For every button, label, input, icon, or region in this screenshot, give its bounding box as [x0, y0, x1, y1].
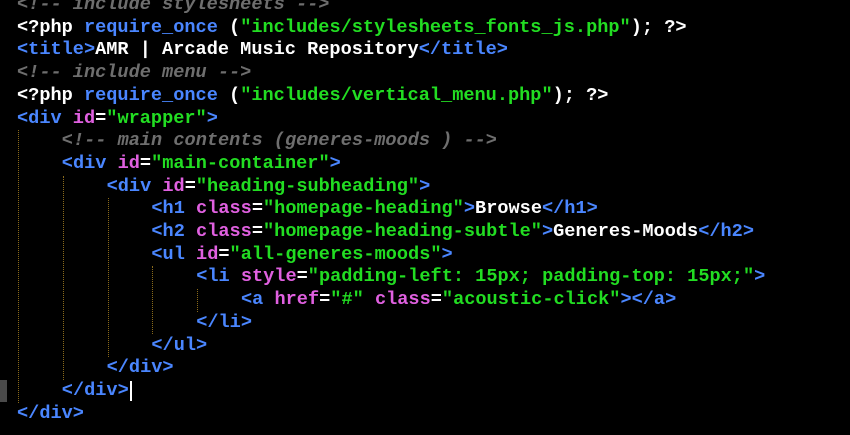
- code-line-content: </div>: [62, 380, 129, 403]
- code-token: >: [754, 266, 766, 288]
- code-line-content: <?php require_once ("includes/stylesheet…: [17, 17, 687, 40]
- code-token: style: [240, 266, 297, 288]
- code-token: ); ?>: [630, 16, 687, 38]
- code-line-content: </li>: [196, 312, 252, 335]
- code-token: <?php: [17, 16, 84, 38]
- code-token: "includes/vertical_menu.php": [240, 84, 553, 106]
- code-token: require_once: [83, 16, 230, 38]
- indent-guide: [152, 266, 154, 335]
- code-token: </div>: [61, 379, 129, 401]
- code-token: >: [463, 198, 476, 220]
- code-token: =: [184, 175, 196, 197]
- code-token: >: [329, 152, 341, 174]
- code-token: id: [72, 107, 96, 129]
- code-token: </li>: [196, 311, 252, 333]
- code-token: "wrapper": [106, 107, 207, 129]
- code-line-content: </div>: [17, 403, 84, 426]
- code-token: >: [419, 175, 431, 197]
- code-token: =: [251, 221, 263, 242]
- code-token: Generes-Moods: [553, 221, 699, 242]
- code-token: "all-generes-moods": [229, 243, 442, 265]
- code-token: =: [139, 152, 152, 174]
- code-token: Browse: [475, 198, 542, 220]
- code-line-content: <li style="padding-left: 15px; padding-t…: [196, 266, 765, 289]
- code-line-content: <title>AMR | Arcade Music Repository</ti…: [17, 39, 508, 62]
- code-token: require_once: [83, 84, 230, 106]
- code-token: "homepage-heading": [263, 198, 464, 220]
- code-token: AMR | Arcade Music Repository: [95, 39, 419, 61]
- code-token: "padding-left: 15px; padding-top: 15px;": [307, 266, 755, 288]
- indent-guide: [107, 198, 109, 358]
- code-line-content: <!-- include menu -->: [17, 62, 251, 85]
- code-token: <div: [61, 152, 118, 174]
- code-token: (: [229, 16, 241, 38]
- code-token: class: [374, 289, 431, 311]
- code-token: =: [251, 198, 263, 220]
- code-token: ></a>: [620, 289, 677, 311]
- code-token: <ul: [151, 243, 197, 265]
- code-token: "#": [330, 289, 375, 311]
- code-line-content: <!-- include stylesheets -->: [17, 0, 329, 17]
- code-token: id: [117, 152, 140, 174]
- code-token: </div>: [17, 402, 84, 424]
- code-line-content: </ul>: [151, 335, 207, 358]
- code-token: id: [162, 175, 185, 197]
- code-token: class: [196, 198, 252, 220]
- code-token: </h1>: [541, 198, 598, 220]
- code-token: <?php: [17, 84, 84, 106]
- code-token: "main-container": [151, 152, 330, 174]
- code-token: <div: [106, 175, 163, 197]
- code-token: "homepage-heading-subtle": [263, 221, 542, 242]
- indent-guide: [197, 289, 199, 312]
- code-token: <title>: [17, 39, 96, 61]
- code-line-content: <?php require_once ("includes/vertical_m…: [17, 85, 608, 108]
- code-line-content: <!-- main contents (generes-moods ) -->: [62, 130, 497, 153]
- code-token: >: [206, 107, 218, 129]
- code-token: ); ?>: [552, 84, 609, 106]
- code-token: =: [430, 289, 442, 311]
- code-token: <h2: [151, 221, 197, 242]
- code-token: >: [441, 243, 453, 265]
- code-token: =: [296, 266, 308, 288]
- code-token: id: [196, 243, 219, 265]
- code-token: <div: [17, 107, 73, 129]
- code-line-content: </div>: [107, 357, 174, 380]
- code-editor[interactable]: <!-- include stylesheets --> <?php requir…: [0, 0, 850, 435]
- code-token: <!-- include menu -->: [17, 62, 252, 84]
- code-line-content: <div id="wrapper">: [17, 108, 218, 131]
- code-token: </div>: [106, 357, 174, 379]
- code-token: href: [274, 289, 320, 311]
- code-token: =: [95, 107, 107, 129]
- code-token: "includes/stylesheets_fonts_js.php": [240, 16, 631, 38]
- code-token: =: [319, 289, 331, 311]
- code-token: >: [541, 221, 554, 242]
- code-token: </title>: [418, 39, 508, 61]
- code-token: "heading-subheading": [195, 175, 420, 197]
- code-token: <h1: [151, 198, 197, 220]
- code-token: <a: [241, 289, 275, 311]
- code-line-content: <h2 class="homepage-heading-subtle">Gene…: [151, 221, 754, 244]
- code-token: </ul>: [151, 334, 208, 356]
- code-line-content: <h1 class="homepage-heading">Browse</h1>: [151, 198, 597, 221]
- code-token: (: [229, 84, 241, 106]
- code-line-content: <a href="#" class="acoustic-click"></a>: [241, 289, 676, 312]
- code-token: <!-- main contents (generes-moods ) -->: [61, 130, 497, 152]
- code-token: =: [218, 243, 230, 265]
- code-token: <li: [196, 266, 241, 288]
- code-line-content: <div id="main-container">: [62, 153, 341, 176]
- text-cursor: [130, 381, 132, 402]
- indent-guide: [62, 175, 64, 380]
- current-line-gutter-marker: [0, 380, 7, 403]
- code-token: "acoustic-click": [441, 289, 621, 311]
- code-line-content: <ul id="all-generes-moods">: [151, 244, 452, 267]
- indent-guide: [18, 130, 19, 403]
- code-line-content: <div id="heading-subheading">: [107, 176, 431, 199]
- code-token: </h2>: [698, 221, 754, 242]
- code-token: <!-- include stylesheets -->: [17, 0, 330, 15]
- code-token: class: [196, 221, 252, 242]
